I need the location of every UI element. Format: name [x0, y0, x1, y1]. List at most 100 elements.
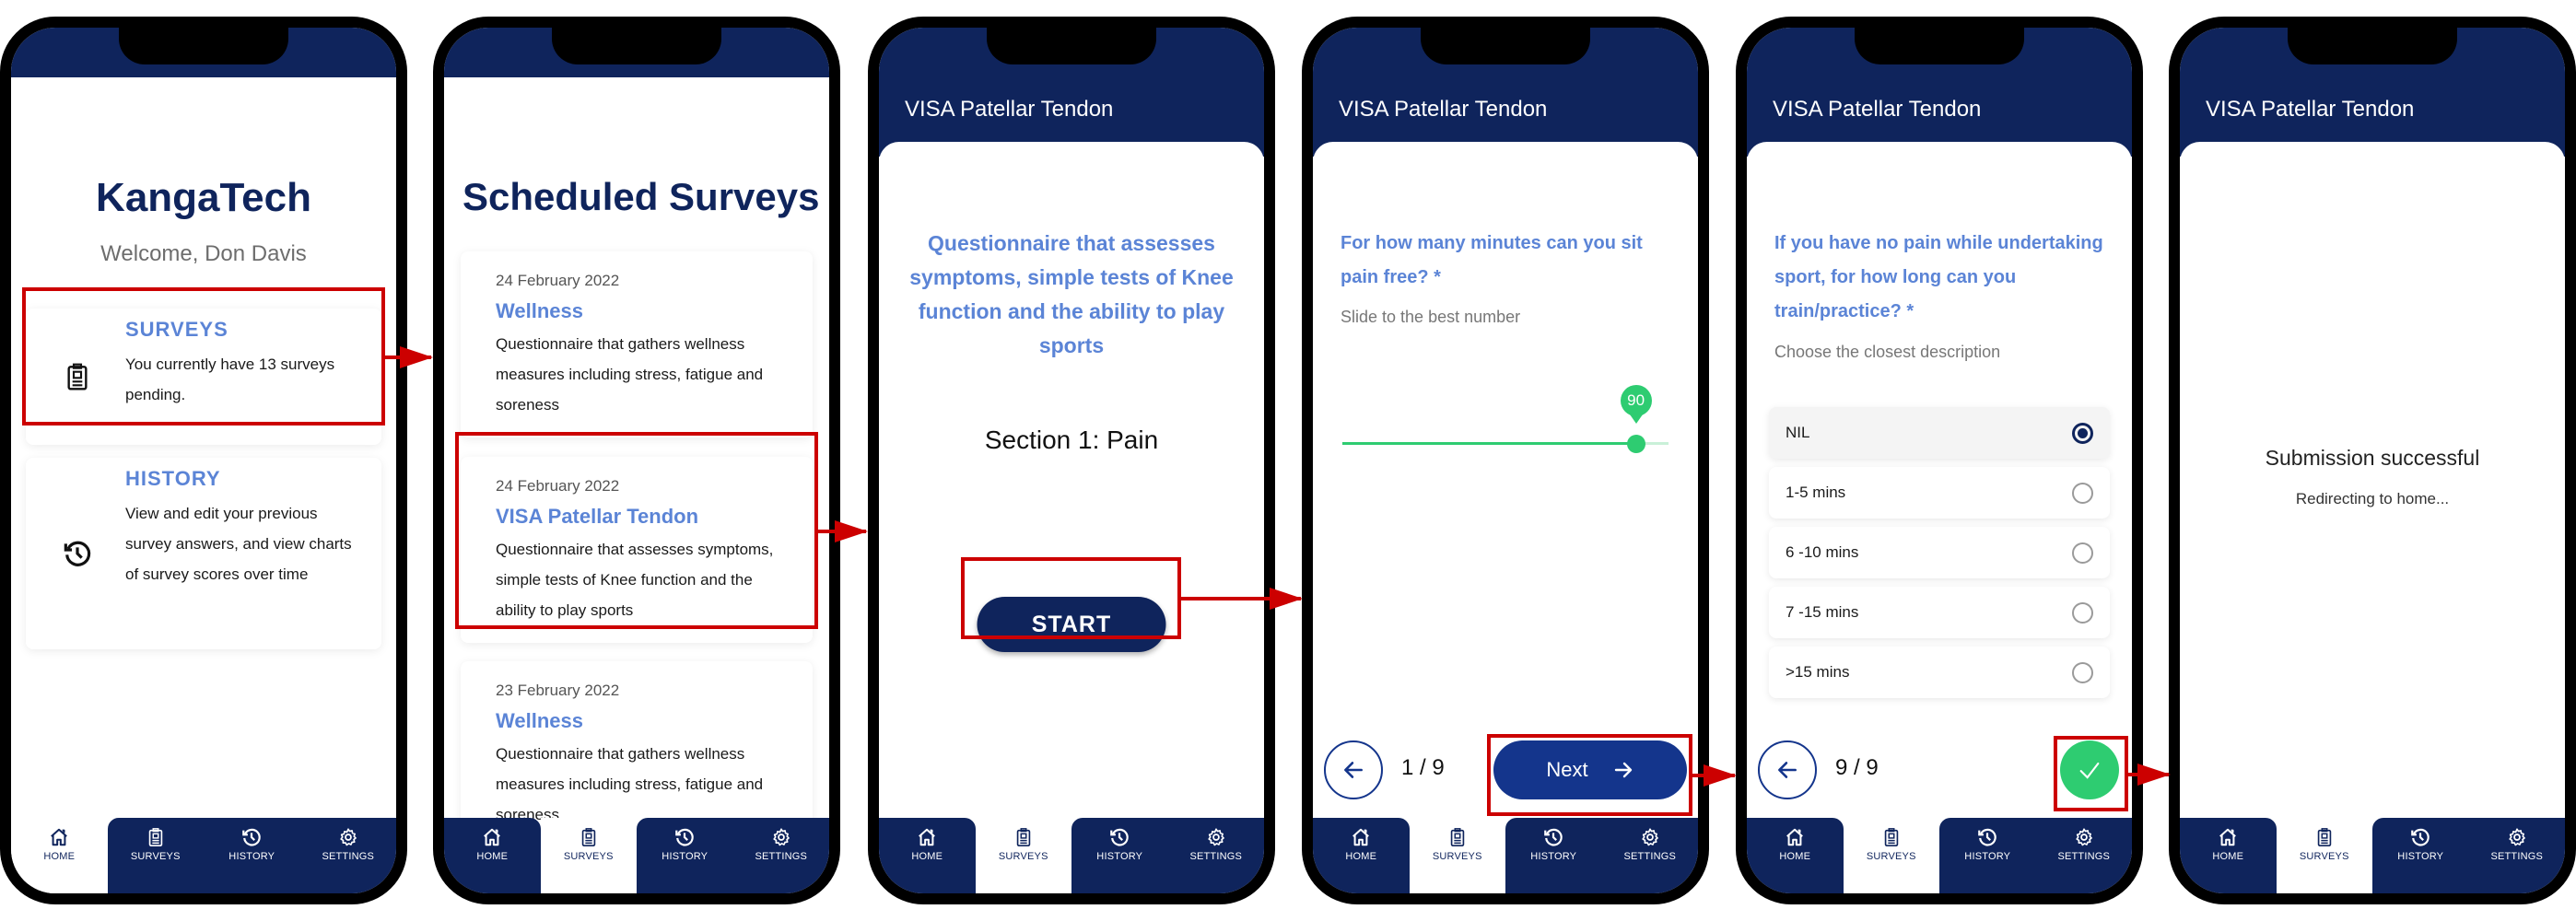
minutes-slider[interactable]: 90 — [1342, 385, 1669, 453]
survey-date: 24 February 2022 — [496, 272, 620, 289]
nav-label: SETTINGS — [2490, 851, 2544, 862]
nav-label: HISTORY — [1096, 851, 1143, 862]
survey-name: VISA Patellar Tendon — [496, 505, 699, 528]
option-label: NIL — [1786, 424, 1810, 441]
radio[interactable] — [2072, 661, 2093, 683]
question-text: For how many minutes can you sit pain fr… — [1341, 233, 1643, 287]
history-icon — [1109, 827, 1130, 847]
radio[interactable] — [2072, 482, 2093, 504]
nav-label: SURVEYS — [2299, 851, 2349, 862]
phone-question-options: VISA Patellar Tendon If you have no pain… — [1736, 17, 2143, 904]
home-icon — [917, 827, 937, 847]
next-label: Next — [1546, 758, 1588, 781]
next-button[interactable]: Next — [1493, 740, 1687, 799]
bottom-nav: HOME SURVEYS HISTORY SETTINGS — [879, 818, 1264, 893]
content-sheet: Submission successful Redirecting to hom… — [2180, 142, 2565, 820]
option-1-5-mins[interactable]: 1-5 mins — [1769, 467, 2110, 519]
nav-label: SURVEYS — [563, 851, 614, 862]
home-icon — [2218, 827, 2238, 847]
survey-description: Questionnaire that assesses symptoms, si… — [909, 231, 1234, 357]
phone-scheduled-surveys: Scheduled Surveys 24 February 2022 Welln… — [433, 17, 840, 904]
slider-thumb[interactable] — [1626, 435, 1645, 453]
nav-settings[interactable]: SETTINGS — [2035, 818, 2132, 893]
nav-label: HOME — [2212, 851, 2244, 862]
nav-home[interactable]: HOME — [11, 818, 108, 893]
nav-history[interactable]: HISTORY — [1505, 818, 1602, 893]
home-icon — [49, 827, 69, 847]
flow-arrow — [1181, 597, 1301, 600]
phone-submission-success: VISA Patellar Tendon Submission successf… — [2169, 17, 2576, 904]
success-message: Submission successful — [2265, 446, 2480, 470]
nav-settings[interactable]: SETTINGS — [2468, 818, 2565, 893]
surveys-card[interactable]: SURVEYS You currently have 13 surveys pe… — [26, 309, 381, 445]
start-button[interactable]: START — [977, 597, 1166, 652]
nav-settings[interactable]: SETTINGS — [1601, 818, 1698, 893]
history-card-text: View and edit your previous survey answe… — [125, 505, 352, 583]
back-button[interactable] — [1324, 740, 1383, 799]
option-nil[interactable]: NIL — [1769, 407, 2110, 459]
option-6-10-mins[interactable]: 6 -10 mins — [1769, 527, 2110, 578]
survey-header-title: VISA Patellar Tendon — [905, 97, 1114, 122]
nav-settings[interactable]: SETTINGS — [299, 818, 396, 893]
bottom-nav: HOME SURVEYS HISTORY SETTINGS — [444, 818, 829, 893]
nav-label: HISTORY — [1530, 851, 1577, 862]
survey-header-title: VISA Patellar Tendon — [2206, 97, 2415, 122]
home-icon — [1351, 827, 1371, 847]
nav-surveys[interactable]: SURVEYS — [2276, 818, 2372, 893]
arrow-right-icon — [1612, 759, 1634, 781]
options-list: NIL 1-5 mins 6 -10 mins 7 -15 mins >15 m… — [1769, 407, 2110, 706]
screen: VISA Patellar Tendon Questionnaire that … — [879, 28, 1264, 893]
surveys-card-text: You currently have 13 surveys pending. — [125, 356, 335, 403]
nav-history[interactable]: HISTORY — [2372, 818, 2469, 893]
history-card[interactable]: HISTORY View and edit your previous surv… — [26, 458, 381, 649]
welcome-text: Welcome, Don Davis — [100, 241, 307, 266]
app-title: KangaTech — [96, 175, 311, 220]
survey-header-title: VISA Patellar Tendon — [1339, 97, 1548, 122]
survey-item[interactable]: 24 February 2022 VISA Patellar Tendon Qu… — [461, 457, 813, 643]
nav-surveys[interactable]: SURVEYS — [1843, 818, 1939, 893]
nav-label: HOME — [1779, 851, 1811, 862]
nav-history[interactable]: HISTORY — [1939, 818, 2036, 893]
history-icon — [1543, 827, 1563, 847]
notch — [552, 28, 721, 64]
submit-button[interactable] — [2060, 740, 2119, 799]
nav-home[interactable]: HOME — [1747, 818, 1844, 893]
arrow-left-icon — [1775, 758, 1799, 782]
survey-item[interactable]: 24 February 2022 Wellness Questionnaire … — [461, 251, 813, 437]
pager: 1 / 9 Next — [1313, 740, 1698, 801]
nav-label: SETTINGS — [1623, 851, 1677, 862]
notch — [1855, 28, 2024, 64]
home-icon — [1785, 827, 1805, 847]
radio-checked[interactable] — [2072, 422, 2093, 444]
nav-label: SETTINGS — [1189, 851, 1243, 862]
nav-history[interactable]: HISTORY — [637, 818, 733, 893]
nav-surveys[interactable]: SURVEYS — [540, 818, 637, 893]
nav-history[interactable]: HISTORY — [204, 818, 300, 893]
surveys-card-title: SURVEYS — [125, 318, 228, 341]
nav-home[interactable]: HOME — [444, 818, 541, 893]
bottom-nav: HOME SURVEYS HISTORY SETTINGS — [11, 818, 396, 893]
nav-label: HOME — [43, 851, 76, 862]
option-over-15-mins[interactable]: >15 mins — [1769, 647, 2110, 698]
option-label: 6 -10 mins — [1786, 543, 1859, 561]
radio[interactable] — [2072, 542, 2093, 564]
nav-surveys[interactable]: SURVEYS — [975, 818, 1071, 893]
history-card-title: HISTORY — [125, 467, 221, 490]
radio[interactable] — [2072, 601, 2093, 624]
nav-surveys[interactable]: SURVEYS — [1409, 818, 1505, 893]
clipboard-icon — [1013, 827, 1034, 847]
question-hint: Choose the closest description — [1774, 343, 2001, 361]
nav-surveys[interactable]: SURVEYS — [107, 818, 204, 893]
nav-settings[interactable]: SETTINGS — [732, 818, 829, 893]
nav-home[interactable]: HOME — [1313, 818, 1410, 893]
nav-settings[interactable]: SETTINGS — [1167, 818, 1264, 893]
bottom-nav: HOME SURVEYS HISTORY SETTINGS — [1313, 818, 1698, 893]
option-7-15-mins[interactable]: 7 -15 mins — [1769, 587, 2110, 638]
nav-home[interactable]: HOME — [879, 818, 976, 893]
question-text: If you have no pain while undertaking sp… — [1774, 233, 2103, 321]
back-button[interactable] — [1758, 740, 1817, 799]
gear-icon — [2074, 827, 2094, 847]
nav-home[interactable]: HOME — [2180, 818, 2277, 893]
gear-icon — [338, 827, 358, 847]
nav-history[interactable]: HISTORY — [1071, 818, 1168, 893]
